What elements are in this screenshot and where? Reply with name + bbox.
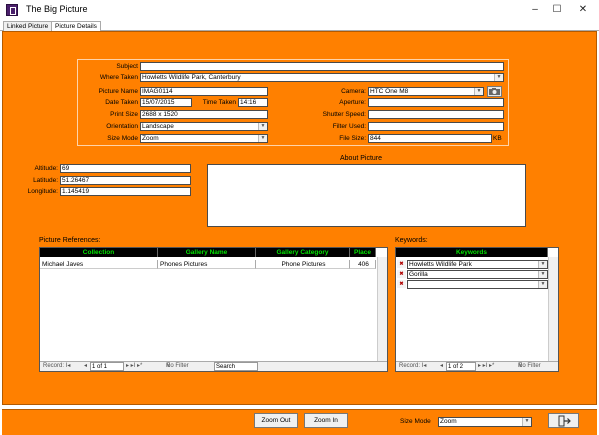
file-size-field[interactable]: 844 <box>368 134 492 143</box>
aperture-label: Aperture: <box>339 99 366 106</box>
camera-dropdown[interactable]: HTC One M8 ▼ <box>368 87 484 96</box>
record-navigation: Record: I◂ ◂ 1 of 1 ▸ ▸I ▸* ⊽ No Filter … <box>40 361 387 371</box>
longitude-field[interactable]: 1.145419 <box>60 187 191 196</box>
file-size-label: File Size: <box>339 135 366 142</box>
record-prev-button[interactable]: ◂ <box>440 362 443 371</box>
picture-name-label: Picture Name <box>98 88 138 95</box>
aperture-field[interactable] <box>368 98 504 107</box>
table-cell-gallery-category[interactable]: Phone Pictures <box>256 260 350 269</box>
keyword-value: Howletts Wildlife Park <box>409 261 472 268</box>
search-input[interactable]: Search <box>214 362 258 371</box>
chevron-down-icon[interactable]: ▼ <box>538 281 547 288</box>
altitude-field[interactable]: 69 <box>60 164 191 173</box>
date-taken-field[interactable]: 15/07/2015 <box>140 98 192 107</box>
chevron-down-icon[interactable]: ▼ <box>494 74 503 81</box>
latitude-field[interactable]: 51.26467 <box>60 176 191 185</box>
keyword-dropdown-new[interactable]: ▼ <box>407 280 548 289</box>
where-taken-dropdown[interactable]: Howletts Wildlife Park, Canterbury ▼ <box>140 73 504 82</box>
orientation-label: Orientation <box>106 123 138 130</box>
new-keyword-icon[interactable]: ✖ <box>397 280 406 288</box>
altitude-label: Altitude: <box>34 165 59 172</box>
keywords-subform: Keywords ✖ Howletts Wildlife Park ▼ ✖ Go… <box>395 247 559 372</box>
picture-name-field[interactable]: IMAG0114 <box>140 87 268 96</box>
camera-icon[interactable] <box>487 86 502 97</box>
record-position-field[interactable]: 1 of 2 <box>446 362 476 371</box>
longitude-label: Longitude: <box>27 188 58 195</box>
file-size-unit: KB <box>493 135 502 142</box>
camera-value: HTC One M8 <box>370 88 409 95</box>
chevron-down-icon[interactable]: ▼ <box>538 271 547 278</box>
keyword-dropdown-1[interactable]: Howletts Wildlife Park ▼ <box>407 260 548 269</box>
time-taken-label: Time Taken <box>202 99 236 106</box>
size-mode-label: Size Mode <box>107 135 138 142</box>
window-title: The Big Picture <box>26 4 88 14</box>
keywords-label: Keywords: <box>395 237 428 244</box>
col-place[interactable]: Place <box>350 248 376 257</box>
title-bar: The Big Picture – ☐ ✕ <box>0 0 599 20</box>
table-cell-collection[interactable]: Michael Javes <box>40 260 158 269</box>
table-cell-gallery-name[interactable]: Phones Pictures <box>158 260 256 269</box>
picture-references-subform: Collection Gallery Name Gallery Category… <box>39 247 388 372</box>
where-taken-label: Where Taken <box>99 74 138 81</box>
keyword-value: Gorilla <box>409 271 428 278</box>
chevron-down-icon[interactable]: ▼ <box>474 88 483 95</box>
col-keywords[interactable]: Keywords <box>396 248 548 257</box>
record-next-button[interactable]: ▸ ▸I ▸* <box>478 362 494 371</box>
date-taken-label: Date Taken <box>105 99 138 106</box>
bottom-size-mode-label: Size Mode <box>400 418 431 425</box>
print-size-field[interactable]: 2688 x 1520 <box>140 110 268 119</box>
record-position-field[interactable]: 1 of 1 <box>90 362 124 371</box>
subject-field[interactable] <box>140 62 504 71</box>
table-cell-place[interactable]: 406 <box>350 260 376 269</box>
record-first-button[interactable]: Record: I◂ <box>43 362 70 371</box>
subject-label: Subject <box>116 63 138 70</box>
zoom-out-button[interactable]: Zoom Out <box>254 413 298 428</box>
exit-door-icon <box>558 415 571 427</box>
bottom-size-mode-value: Zoom <box>440 418 457 425</box>
keyword-icon[interactable]: ✖ <box>397 270 406 278</box>
camera-label: Camera: <box>341 88 366 95</box>
latitude-label: Latitude: <box>33 177 58 184</box>
size-mode-dropdown[interactable]: Zoom ▼ <box>140 134 268 143</box>
keyword-icon[interactable]: ✖ <box>397 260 406 268</box>
orientation-value: Landscape <box>142 123 174 130</box>
keyword-dropdown-2[interactable]: Gorilla ▼ <box>407 270 548 279</box>
vertical-scrollbar[interactable] <box>548 257 558 361</box>
where-taken-value: Howletts Wildlife Park, Canterbury <box>142 74 241 81</box>
record-prev-button[interactable]: ◂ <box>84 362 87 371</box>
tab-strip: Linked Picture Picture Details <box>0 20 599 32</box>
chevron-down-icon[interactable]: ▼ <box>538 261 547 268</box>
chevron-down-icon[interactable]: ▼ <box>522 418 531 426</box>
time-taken-field[interactable]: 14:16 <box>238 98 268 107</box>
tab-linked-picture[interactable]: Linked Picture <box>3 21 53 31</box>
chevron-down-icon[interactable]: ▼ <box>258 135 267 142</box>
about-picture-label: About Picture <box>340 155 383 162</box>
app-icon <box>6 4 18 16</box>
chevron-down-icon[interactable]: ▼ <box>258 123 267 130</box>
record-first-button[interactable]: Record: I◂ <box>399 362 426 371</box>
bottom-size-mode-dropdown[interactable]: Zoom ▼ <box>438 417 532 427</box>
record-navigation: Record: I◂ ◂ 1 of 2 ▸ ▸I ▸* ⊽ No Filter <box>396 361 558 371</box>
filter-used-field[interactable] <box>368 122 504 131</box>
zoom-in-button[interactable]: Zoom In <box>304 413 348 428</box>
minimize-button[interactable]: – <box>524 0 546 20</box>
shutter-speed-label: Shutter Speed: <box>322 111 366 118</box>
orientation-dropdown[interactable]: Landscape ▼ <box>140 122 268 131</box>
vertical-scrollbar[interactable] <box>377 257 387 361</box>
maximize-button[interactable]: ☐ <box>546 0 568 20</box>
col-collection[interactable]: Collection <box>40 248 158 257</box>
filter-used-label: Filter Used: <box>332 123 366 130</box>
print-size-label: Print Size <box>110 111 138 118</box>
shutter-speed-field[interactable] <box>368 110 504 119</box>
about-picture-textarea[interactable] <box>207 164 526 227</box>
record-next-button[interactable]: ▸ ▸I ▸* <box>126 362 142 371</box>
col-gallery-name[interactable]: Gallery Name <box>158 248 256 257</box>
col-gallery-category[interactable]: Gallery Category <box>256 248 350 257</box>
close-button[interactable]: ✕ <box>572 0 594 20</box>
size-mode-value: Zoom <box>142 135 159 142</box>
exit-button[interactable] <box>548 413 579 428</box>
picture-references-label: Picture References: <box>39 237 101 244</box>
